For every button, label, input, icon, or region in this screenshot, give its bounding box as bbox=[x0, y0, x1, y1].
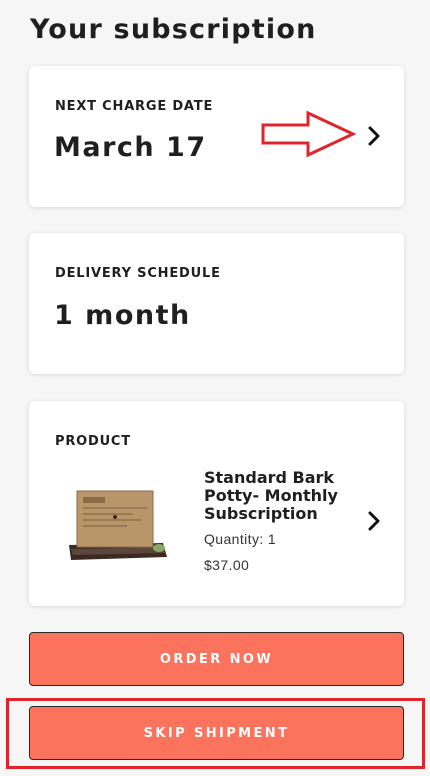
next-charge-label: NEXT CHARGE DATE bbox=[55, 99, 214, 114]
product-price: $37.00 bbox=[204, 557, 250, 573]
next-charge-value: March 17 bbox=[54, 132, 207, 163]
delivery-schedule-value: 1 month bbox=[54, 300, 191, 331]
highlight-annotation-box bbox=[6, 698, 425, 769]
delivery-schedule-label: DELIVERY SCHEDULE bbox=[55, 266, 221, 281]
chevron-right-icon[interactable] bbox=[366, 510, 382, 532]
subscription-page: Your subscription NEXT CHARGE DATE March… bbox=[0, 0, 430, 776]
product-quantity: Quantity: 1 bbox=[204, 531, 277, 547]
delivery-schedule-card: DELIVERY SCHEDULE 1 month bbox=[29, 233, 404, 374]
page-title: Your subscription bbox=[30, 14, 317, 45]
next-charge-card[interactable]: NEXT CHARGE DATE March 17 bbox=[29, 66, 404, 207]
product-name: Standard Bark Potty- Monthly Subscriptio… bbox=[204, 468, 338, 523]
arrow-right-icon bbox=[261, 110, 356, 158]
product-image bbox=[69, 490, 167, 560]
product-card[interactable]: PRODUCT Standard Bark Potty- Monthly Sub… bbox=[29, 401, 404, 606]
order-now-button[interactable]: ORDER NOW bbox=[29, 632, 404, 686]
chevron-right-icon[interactable] bbox=[366, 125, 382, 147]
product-label: PRODUCT bbox=[55, 434, 131, 449]
